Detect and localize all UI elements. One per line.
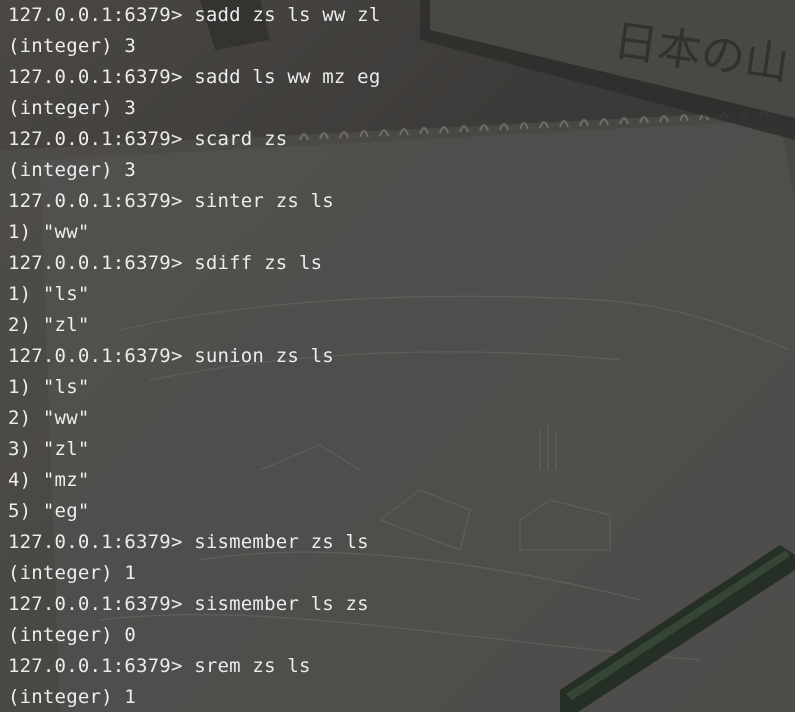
output-line: (integer) 1 [8,686,137,708]
prompt: 127.0.0.1:6379> [8,128,183,150]
output-line: 4) "mz" [8,469,90,491]
prompt: 127.0.0.1:6379> [8,655,183,677]
command-text: sadd ls ww mz eg [182,66,381,88]
command-text: scard zs [182,128,288,150]
prompt: 127.0.0.1:6379> [8,66,183,88]
prompt: 127.0.0.1:6379> [8,190,183,212]
terminal-output: 127.0.0.1:6379> sadd zs ls ww zl (integer… [8,0,795,712]
command-line: 127.0.0.1:6379> sismember ls zs [8,589,795,620]
output-line: 2) "zl" [8,314,90,336]
command-text: sismember ls zs [182,593,369,615]
output-line: 1) "ww" [8,221,90,243]
command-line: 127.0.0.1:6379> sadd zs ls ww zl [8,0,795,31]
output-line: 3) "zl" [8,438,90,460]
command-text: sdiff zs ls [182,252,323,274]
command-line: 127.0.0.1:6379> sadd ls ww mz eg [8,62,795,93]
command-text: sinter zs ls [182,190,334,212]
command-line: 127.0.0.1:6379> sdiff zs ls [8,248,795,279]
command-line: 127.0.0.1:6379> sinter zs ls [8,186,795,217]
output-line: 1) "ls" [8,283,90,305]
prompt: 127.0.0.1:6379> [8,345,183,367]
output-line: 1) "ls" [8,376,90,398]
output-line: 2) "ww" [8,407,90,429]
terminal-window[interactable]: 日本の山 127.0.0.1:6379> sadd zs ls ww zl (in… [0,0,795,712]
command-text: sunion zs ls [182,345,334,367]
output-line: (integer) 0 [8,624,137,646]
prompt: 127.0.0.1:6379> [8,4,183,26]
command-text: sismember zs ls [182,531,369,553]
command-line: 127.0.0.1:6379> srem zs ls [8,651,795,682]
command-line: 127.0.0.1:6379> sismember zs ls [8,527,795,558]
command-line: 127.0.0.1:6379> sunion zs ls [8,341,795,372]
output-line: (integer) 3 [8,159,137,181]
output-line: (integer) 3 [8,97,137,119]
prompt: 127.0.0.1:6379> [8,531,183,553]
command-text: srem zs ls [182,655,311,677]
prompt: 127.0.0.1:6379> [8,252,183,274]
output-line: 5) "eg" [8,500,90,522]
command-line: 127.0.0.1:6379> scard zs [8,124,795,155]
output-line: (integer) 1 [8,562,137,584]
output-line: (integer) 3 [8,35,137,57]
command-text: sadd zs ls ww zl [182,4,381,26]
prompt: 127.0.0.1:6379> [8,593,183,615]
